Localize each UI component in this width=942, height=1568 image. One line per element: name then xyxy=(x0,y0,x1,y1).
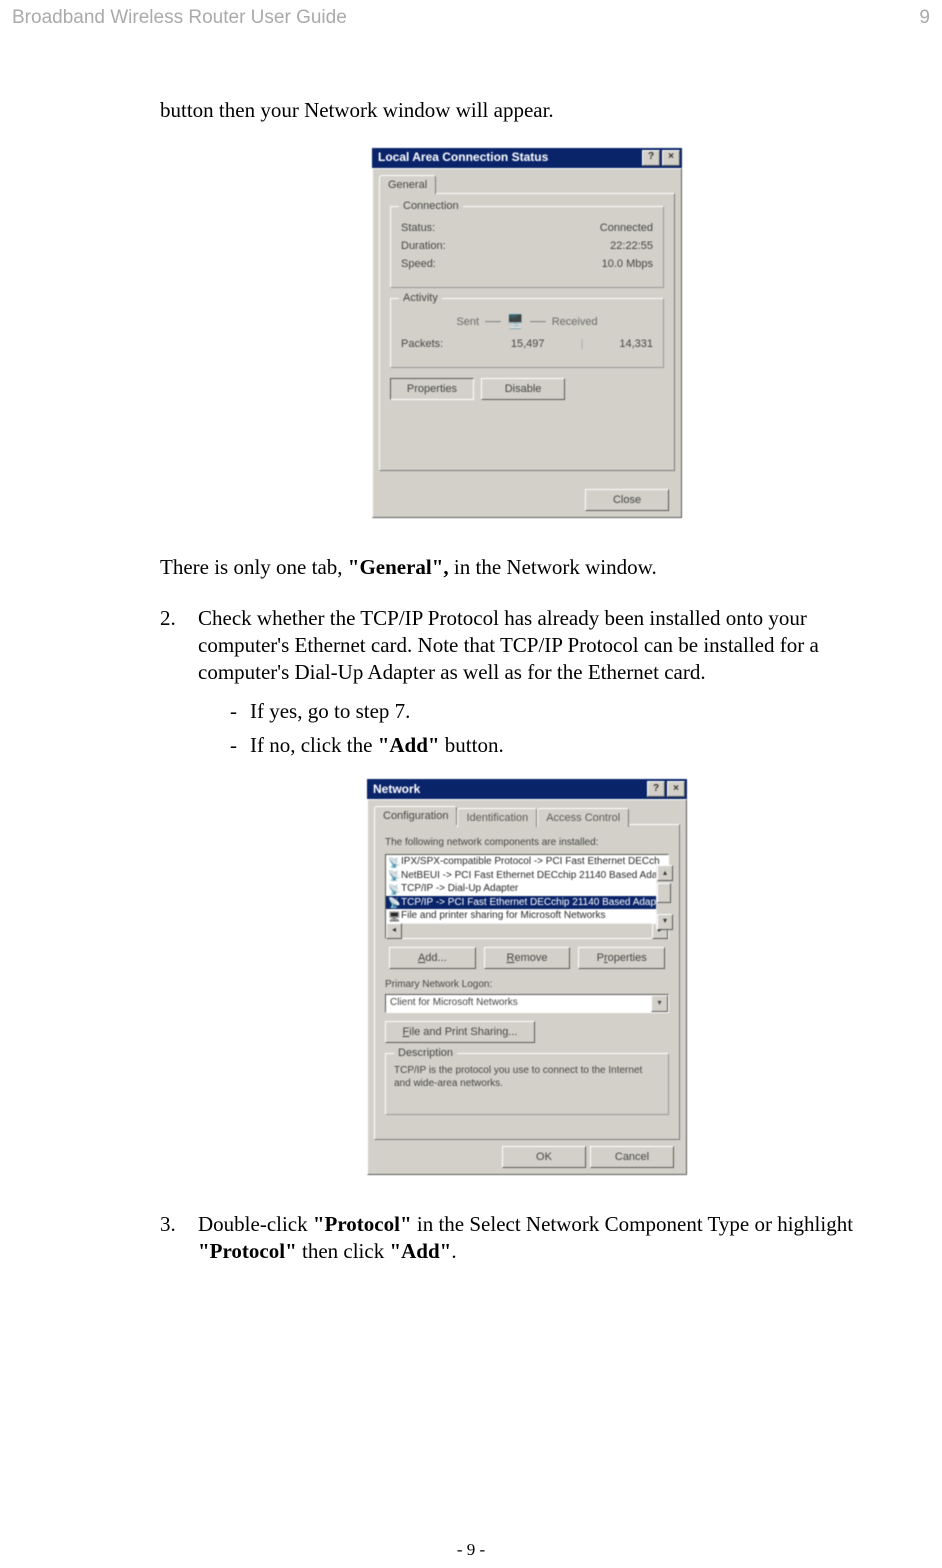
help-icon[interactable]: ? xyxy=(642,150,660,166)
duration-value: 22:22:55 xyxy=(610,239,653,253)
dialog-network: Network ? × Configuration Identification… xyxy=(367,779,687,1174)
step3-text: Double-click "Protocol" in the Select Ne… xyxy=(198,1211,894,1265)
protocol-icon: 📡 xyxy=(388,857,398,867)
description-label: Description xyxy=(394,1046,457,1060)
protocol-icon: 📡 xyxy=(388,897,398,907)
list-item-selected[interactable]: 📡TCP/IP -> PCI Fast Ethernet DECchip 211… xyxy=(386,896,668,910)
tab-access-control[interactable]: Access Control xyxy=(537,808,629,827)
computers-icon: 🖥️ xyxy=(507,313,524,331)
packets-sent: 15,497 xyxy=(511,337,545,351)
list-item[interactable]: 📡TCP/IP -> Dial-Up Adapter xyxy=(386,882,668,896)
disable-button[interactable]: Disable xyxy=(481,378,565,400)
primary-logon-value: Client for Microsoft Networks xyxy=(390,997,518,1010)
packets-label: Packets: xyxy=(401,337,443,351)
file-print-sharing-button[interactable]: File and Print Sharing... xyxy=(385,1021,535,1043)
tab-configuration[interactable]: Configuration xyxy=(374,806,457,825)
scroll-down-icon[interactable]: ▾ xyxy=(657,914,673,930)
dialog-connection-status: Local Area Connection Status ? × General… xyxy=(372,148,682,518)
description-text: TCP/IP is the protocol you use to connec… xyxy=(394,1064,660,1090)
dialog1-title: Local Area Connection Status xyxy=(378,150,548,165)
protocol-icon: 📡 xyxy=(388,870,398,880)
intro-fragment: button then your Network window will app… xyxy=(160,97,894,124)
ok-button[interactable]: OK xyxy=(502,1146,586,1168)
service-icon: 🖥 xyxy=(388,911,398,921)
header-title: Broadband Wireless Router User Guide xyxy=(12,7,347,29)
received-label: Received xyxy=(552,315,598,329)
status-value: Connected xyxy=(600,221,653,235)
page-number-top: 9 xyxy=(919,7,930,29)
speed-label: Speed: xyxy=(401,257,436,271)
cancel-button[interactable]: Cancel xyxy=(590,1146,674,1168)
primary-logon-label: Primary Network Logon: xyxy=(385,979,669,992)
help-icon[interactable]: ? xyxy=(647,781,665,797)
components-list-label: The following network components are ins… xyxy=(385,837,669,850)
step-3: 3. Double-click "Protocol" in the Select… xyxy=(160,1211,894,1265)
step2-marker: 2. xyxy=(160,605,182,767)
speed-value: 10.0 Mbps xyxy=(602,257,653,271)
step2-bullet-b: - If no, click the "Add" button. xyxy=(230,732,894,759)
status-label: Status: xyxy=(401,221,435,235)
close-icon[interactable]: × xyxy=(667,781,685,797)
sent-label: Sent xyxy=(456,315,479,329)
add-button[interactable]: Add... xyxy=(389,947,476,969)
arrow-received-icon: ── xyxy=(530,315,546,329)
list-item[interactable]: 📡IPX/SPX-compatible Protocol -> PCI Fast… xyxy=(386,855,668,869)
step2-bullet-a: - If yes, go to step 7. xyxy=(230,698,894,725)
scroll-up-icon[interactable]: ▴ xyxy=(657,865,673,881)
duration-label: Duration: xyxy=(401,239,446,253)
remove-button[interactable]: Remove xyxy=(484,947,571,969)
properties-button[interactable]: Properties xyxy=(578,947,665,969)
arrow-sent-icon: ── xyxy=(485,315,501,329)
step-2: 2. Check whether the TCP/IP Protocol has… xyxy=(160,605,894,767)
after-dialog1-text: There is only one tab, "General", in the… xyxy=(160,554,894,581)
close-button[interactable]: Close xyxy=(585,489,669,511)
protocol-icon: 📡 xyxy=(388,884,398,894)
scroll-left-icon[interactable]: ◂ xyxy=(386,923,402,939)
group-activity-label: Activity xyxy=(399,291,442,305)
tab-general[interactable]: General xyxy=(379,175,436,194)
list-item[interactable]: 🖥File and printer sharing for Microsoft … xyxy=(386,909,668,923)
scroll-thumb[interactable] xyxy=(657,883,671,903)
packets-received: 14,331 xyxy=(619,337,653,351)
tab-identification[interactable]: Identification xyxy=(457,808,537,827)
properties-button[interactable]: Properties xyxy=(390,378,474,400)
group-connection-label: Connection xyxy=(399,199,463,213)
components-list[interactable]: 📡IPX/SPX-compatible Protocol -> PCI Fast… xyxy=(385,854,669,939)
step2-text: Check whether the TCP/IP Protocol has al… xyxy=(198,605,894,686)
dialog2-title: Network xyxy=(373,782,420,797)
close-icon[interactable]: × xyxy=(662,150,680,166)
list-item[interactable]: 📡NetBEUI -> PCI Fast Ethernet DECchip 21… xyxy=(386,869,668,883)
step3-marker: 3. xyxy=(160,1211,182,1265)
footer-page-number: - 9 - xyxy=(0,1540,942,1560)
primary-logon-dropdown[interactable]: Client for Microsoft Networks ▾ xyxy=(385,994,669,1013)
chevron-down-icon[interactable]: ▾ xyxy=(651,995,668,1012)
